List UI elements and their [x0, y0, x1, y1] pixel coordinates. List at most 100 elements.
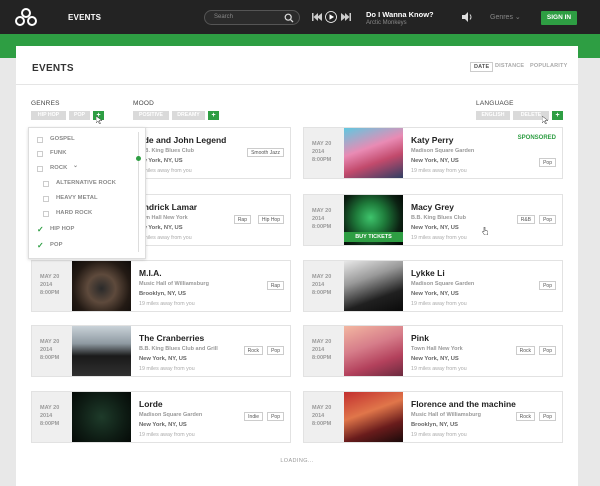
event-city: New York, NY, US — [139, 356, 187, 362]
play-icon[interactable] — [325, 11, 337, 23]
genres-dropdown-label: Genres — [490, 14, 513, 21]
event-date-time: 8:00PM — [312, 290, 332, 296]
search-input[interactable]: Search — [204, 10, 300, 25]
genre-tag[interactable]: Rap — [266, 281, 284, 290]
event-title[interactable]: ade and John Legend — [139, 135, 226, 145]
sort-popularity[interactable]: POPULARITY — [530, 63, 567, 69]
genre-tag[interactable]: Pop — [539, 346, 556, 355]
checkbox[interactable] — [37, 137, 43, 143]
checkbox[interactable] — [37, 166, 43, 172]
sort-distance[interactable]: DISTANCE — [495, 63, 524, 69]
logo-icon[interactable] — [14, 8, 38, 26]
genre-option[interactable]: HARD ROCK — [56, 210, 92, 216]
mood-chip[interactable]: POSITIVE — [133, 111, 169, 120]
genre-option[interactable]: GOSPEL — [50, 136, 75, 142]
event-card[interactable]: MAY 20 2014 8:00PM BUY TICKETS Macy Grey B.B.… — [303, 194, 563, 246]
event-date-day: MAY 20 — [312, 141, 332, 147]
genres-dropdown[interactable]: Genres ⌄ — [490, 13, 521, 21]
genre-option[interactable]: POP — [50, 242, 63, 248]
event-date: MAY 20 2014 8:00PM — [304, 195, 344, 245]
genre-option[interactable]: ROCK — [50, 165, 67, 171]
event-card[interactable]: MAY 20 2014 8:00PM Lorde Madison Square Gard… — [31, 391, 291, 443]
event-date-day: MAY 20 — [40, 405, 60, 411]
checkbox-checked[interactable]: ✓ — [37, 226, 44, 234]
event-city: New York, NY, US — [411, 158, 459, 164]
sign-in-button[interactable]: SIGN IN — [541, 11, 577, 25]
genre-tag[interactable]: Rap — [233, 215, 251, 224]
artist-photo[interactable] — [72, 326, 131, 376]
checkbox-checked[interactable]: ✓ — [37, 242, 44, 250]
artist-photo[interactable] — [344, 326, 403, 376]
artist-photo[interactable] — [72, 261, 131, 311]
event-card[interactable]: MAY 20 2014 8:00PM Pink Town Hall New York Ne… — [303, 325, 563, 377]
artist-photo[interactable] — [344, 392, 403, 442]
genre-tag[interactable]: Indie — [244, 412, 263, 421]
event-title[interactable]: Lorde — [139, 399, 163, 409]
genre-tag[interactable]: Rock — [515, 346, 535, 355]
event-title[interactable]: Florence and the machine — [411, 399, 516, 409]
event-card[interactable]: MAY 20 2014 8:00PM Florence and the machine… — [303, 391, 563, 443]
event-date-day: MAY 20 — [312, 274, 332, 280]
chevron-down-icon: ⌄ — [514, 14, 521, 21]
volume-icon[interactable] — [462, 12, 473, 22]
scrollbar-thumb[interactable] — [136, 156, 141, 161]
checkbox[interactable] — [43, 211, 49, 217]
checkbox[interactable] — [43, 181, 49, 187]
event-title[interactable]: The Cranberries — [139, 333, 204, 343]
buy-tickets-button[interactable]: BUY TICKETS — [344, 232, 403, 242]
search-icon[interactable] — [284, 13, 294, 23]
genre-tag[interactable]: Pop — [539, 158, 556, 167]
next-track-icon[interactable] — [341, 11, 351, 23]
event-card[interactable]: MAY 20 2014 8:00PM M.I.A. Music Hall of Will… — [31, 260, 291, 312]
mood-chip[interactable]: DREAMY — [172, 111, 205, 120]
genre-tag[interactable]: Pop — [267, 412, 284, 421]
event-title[interactable]: Macy Grey — [411, 202, 454, 212]
divider — [16, 84, 578, 85]
artist-photo[interactable]: BUY TICKETS — [344, 195, 403, 245]
event-title[interactable]: Katy Perry — [411, 135, 454, 145]
event-distance: 19 miles away from you — [411, 366, 467, 372]
genre-tag[interactable]: Rock — [243, 346, 263, 355]
genre-tag[interactable]: Smooth Jazz — [247, 148, 284, 157]
genre-option[interactable]: HEAVY METAL — [56, 195, 98, 201]
genre-option[interactable]: HIP HOP — [50, 226, 74, 232]
event-venue: Madison Square Garden — [411, 148, 475, 154]
genre-tag[interactable]: R&B — [516, 215, 535, 224]
event-distance: 19 miles away from you — [139, 366, 195, 372]
genre-tag[interactable]: Hip Hop — [257, 215, 284, 224]
genre-chip[interactable]: HIP HOP — [31, 111, 66, 120]
chevron-down-icon[interactable]: ⌄ — [73, 163, 78, 169]
genre-option[interactable]: ALTERNATIVE ROCK — [56, 180, 116, 186]
event-date-year: 2014 — [40, 347, 53, 353]
chevron-down-icon[interactable]: ⌄ — [96, 12, 103, 21]
artist-photo[interactable] — [344, 261, 403, 311]
add-mood-button[interactable]: + — [208, 111, 219, 120]
event-card[interactable]: MAY 20 2014 8:00PM Lykke Li Madison Square G… — [303, 260, 563, 312]
event-venue: own Hall New York — [139, 215, 188, 221]
genre-tag[interactable]: Pop — [539, 215, 556, 224]
genre-option[interactable]: FUNK — [50, 150, 67, 156]
event-title[interactable]: Lykke Li — [411, 268, 445, 278]
artist-photo[interactable] — [72, 392, 131, 442]
language-chip[interactable]: ENGLISH — [476, 111, 510, 120]
event-card[interactable]: MAY 20 2014 8:00PM Katy Perry Madison Square… — [303, 127, 563, 179]
artist-photo[interactable] — [344, 128, 403, 178]
dropdown-scrollbar[interactable] — [138, 132, 139, 252]
previous-track-icon[interactable] — [312, 11, 322, 23]
genre-tag[interactable]: Pop — [267, 346, 284, 355]
event-distance: 9 miles away from you — [139, 168, 192, 174]
event-card[interactable]: MAY 20 2014 8:00PM The Cranberries B.B. King… — [31, 325, 291, 377]
genre-tag[interactable]: Pop — [539, 281, 556, 290]
genre-chip[interactable]: POP — [69, 111, 90, 120]
event-title[interactable]: M.I.A. — [139, 268, 162, 278]
checkbox[interactable] — [37, 151, 43, 157]
genre-tag[interactable]: Rock — [515, 412, 535, 421]
event-date-day: MAY 20 — [312, 405, 332, 411]
genre-tag[interactable]: Pop — [539, 412, 556, 421]
event-title[interactable]: Pink — [411, 333, 429, 343]
event-date-day: MAY 20 — [40, 339, 60, 345]
checkbox[interactable] — [43, 196, 49, 202]
event-title[interactable]: endrick Lamar — [139, 202, 197, 212]
add-language-button[interactable]: + — [552, 111, 563, 120]
sort-date[interactable]: DATE — [470, 62, 494, 72]
